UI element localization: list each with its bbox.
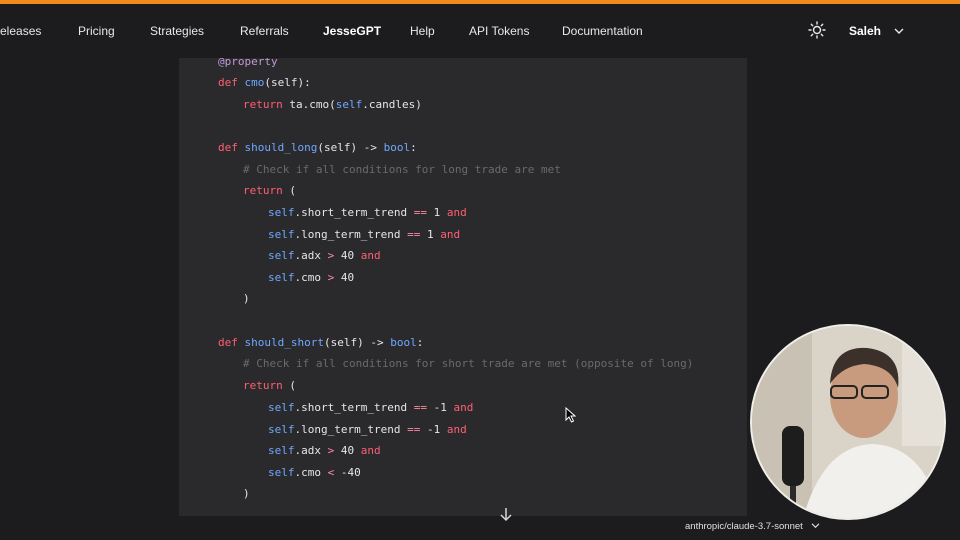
- scroll-to-bottom-button[interactable]: [496, 506, 516, 528]
- code-line-short-close: ): [243, 487, 250, 500]
- code-line-short-cond-1: self.short_term_trend == -1 and: [268, 401, 474, 414]
- code-line-short-comment: # Check if all conditions for short trad…: [243, 357, 694, 370]
- code-line-short-cond-3: self.adx > 40 and: [268, 444, 381, 457]
- code-line-cmo-def: def cmo(self):: [218, 76, 311, 89]
- webcam-overlay: [750, 324, 946, 520]
- code-line-should-long-def: def should_long(self) -> bool:: [218, 141, 417, 154]
- code-line-decorator: @property: [218, 58, 278, 68]
- code-line-long-cond-3: self.adx > 40 and: [268, 249, 381, 262]
- code-block: @property def cmo(self): return ta.cmo(s…: [179, 58, 747, 516]
- code-line-short-cond-2: self.long_term_trend == -1 and: [268, 423, 467, 436]
- nav-item-jessegpt[interactable]: JesseGPT: [323, 24, 381, 38]
- nav-item-releases[interactable]: eleases: [0, 24, 41, 38]
- model-selector[interactable]: anthropic/claude-3.7-sonnet: [685, 521, 820, 532]
- code-line-cmo-return: return ta.cmo(self.candles): [243, 98, 422, 111]
- code-line-long-cond-4: self.cmo > 40: [268, 271, 355, 284]
- nav-item-help[interactable]: Help: [410, 24, 435, 38]
- code-line-long-cond-2: self.long_term_trend == 1 and: [268, 228, 461, 241]
- top-navbar: eleases Pricing Strategies Referrals Jes…: [0, 4, 960, 56]
- nav-item-pricing[interactable]: Pricing: [78, 24, 115, 38]
- code-line-long-close: ): [243, 292, 250, 305]
- nav-item-documentation[interactable]: Documentation: [562, 24, 643, 38]
- nav-item-api-tokens[interactable]: API Tokens: [469, 24, 529, 38]
- presenter-video-image: [752, 326, 944, 518]
- code-line-short-return: return (: [243, 379, 296, 392]
- user-name: Saleh: [849, 24, 882, 38]
- sun-icon[interactable]: [808, 21, 826, 39]
- mouse-cursor-icon: [565, 407, 577, 423]
- code-line-long-return: return (: [243, 184, 296, 197]
- model-name: anthropic/claude-3.7-sonnet: [685, 521, 803, 532]
- user-menu[interactable]: Saleh: [849, 24, 904, 38]
- chevron-down-icon: [811, 523, 820, 529]
- code-line-short-cond-4: self.cmo < -40: [268, 466, 361, 479]
- code-line-long-comment: # Check if all conditions for long trade…: [243, 163, 561, 176]
- chevron-down-icon: [894, 28, 904, 34]
- code-line-long-cond-1: self.short_term_trend == 1 and: [268, 206, 467, 219]
- nav-item-strategies[interactable]: Strategies: [150, 24, 204, 38]
- nav-item-referrals[interactable]: Referrals: [240, 24, 289, 38]
- code-line-should-short-def: def should_short(self) -> bool:: [218, 336, 424, 349]
- arrow-down-icon: [500, 508, 512, 522]
